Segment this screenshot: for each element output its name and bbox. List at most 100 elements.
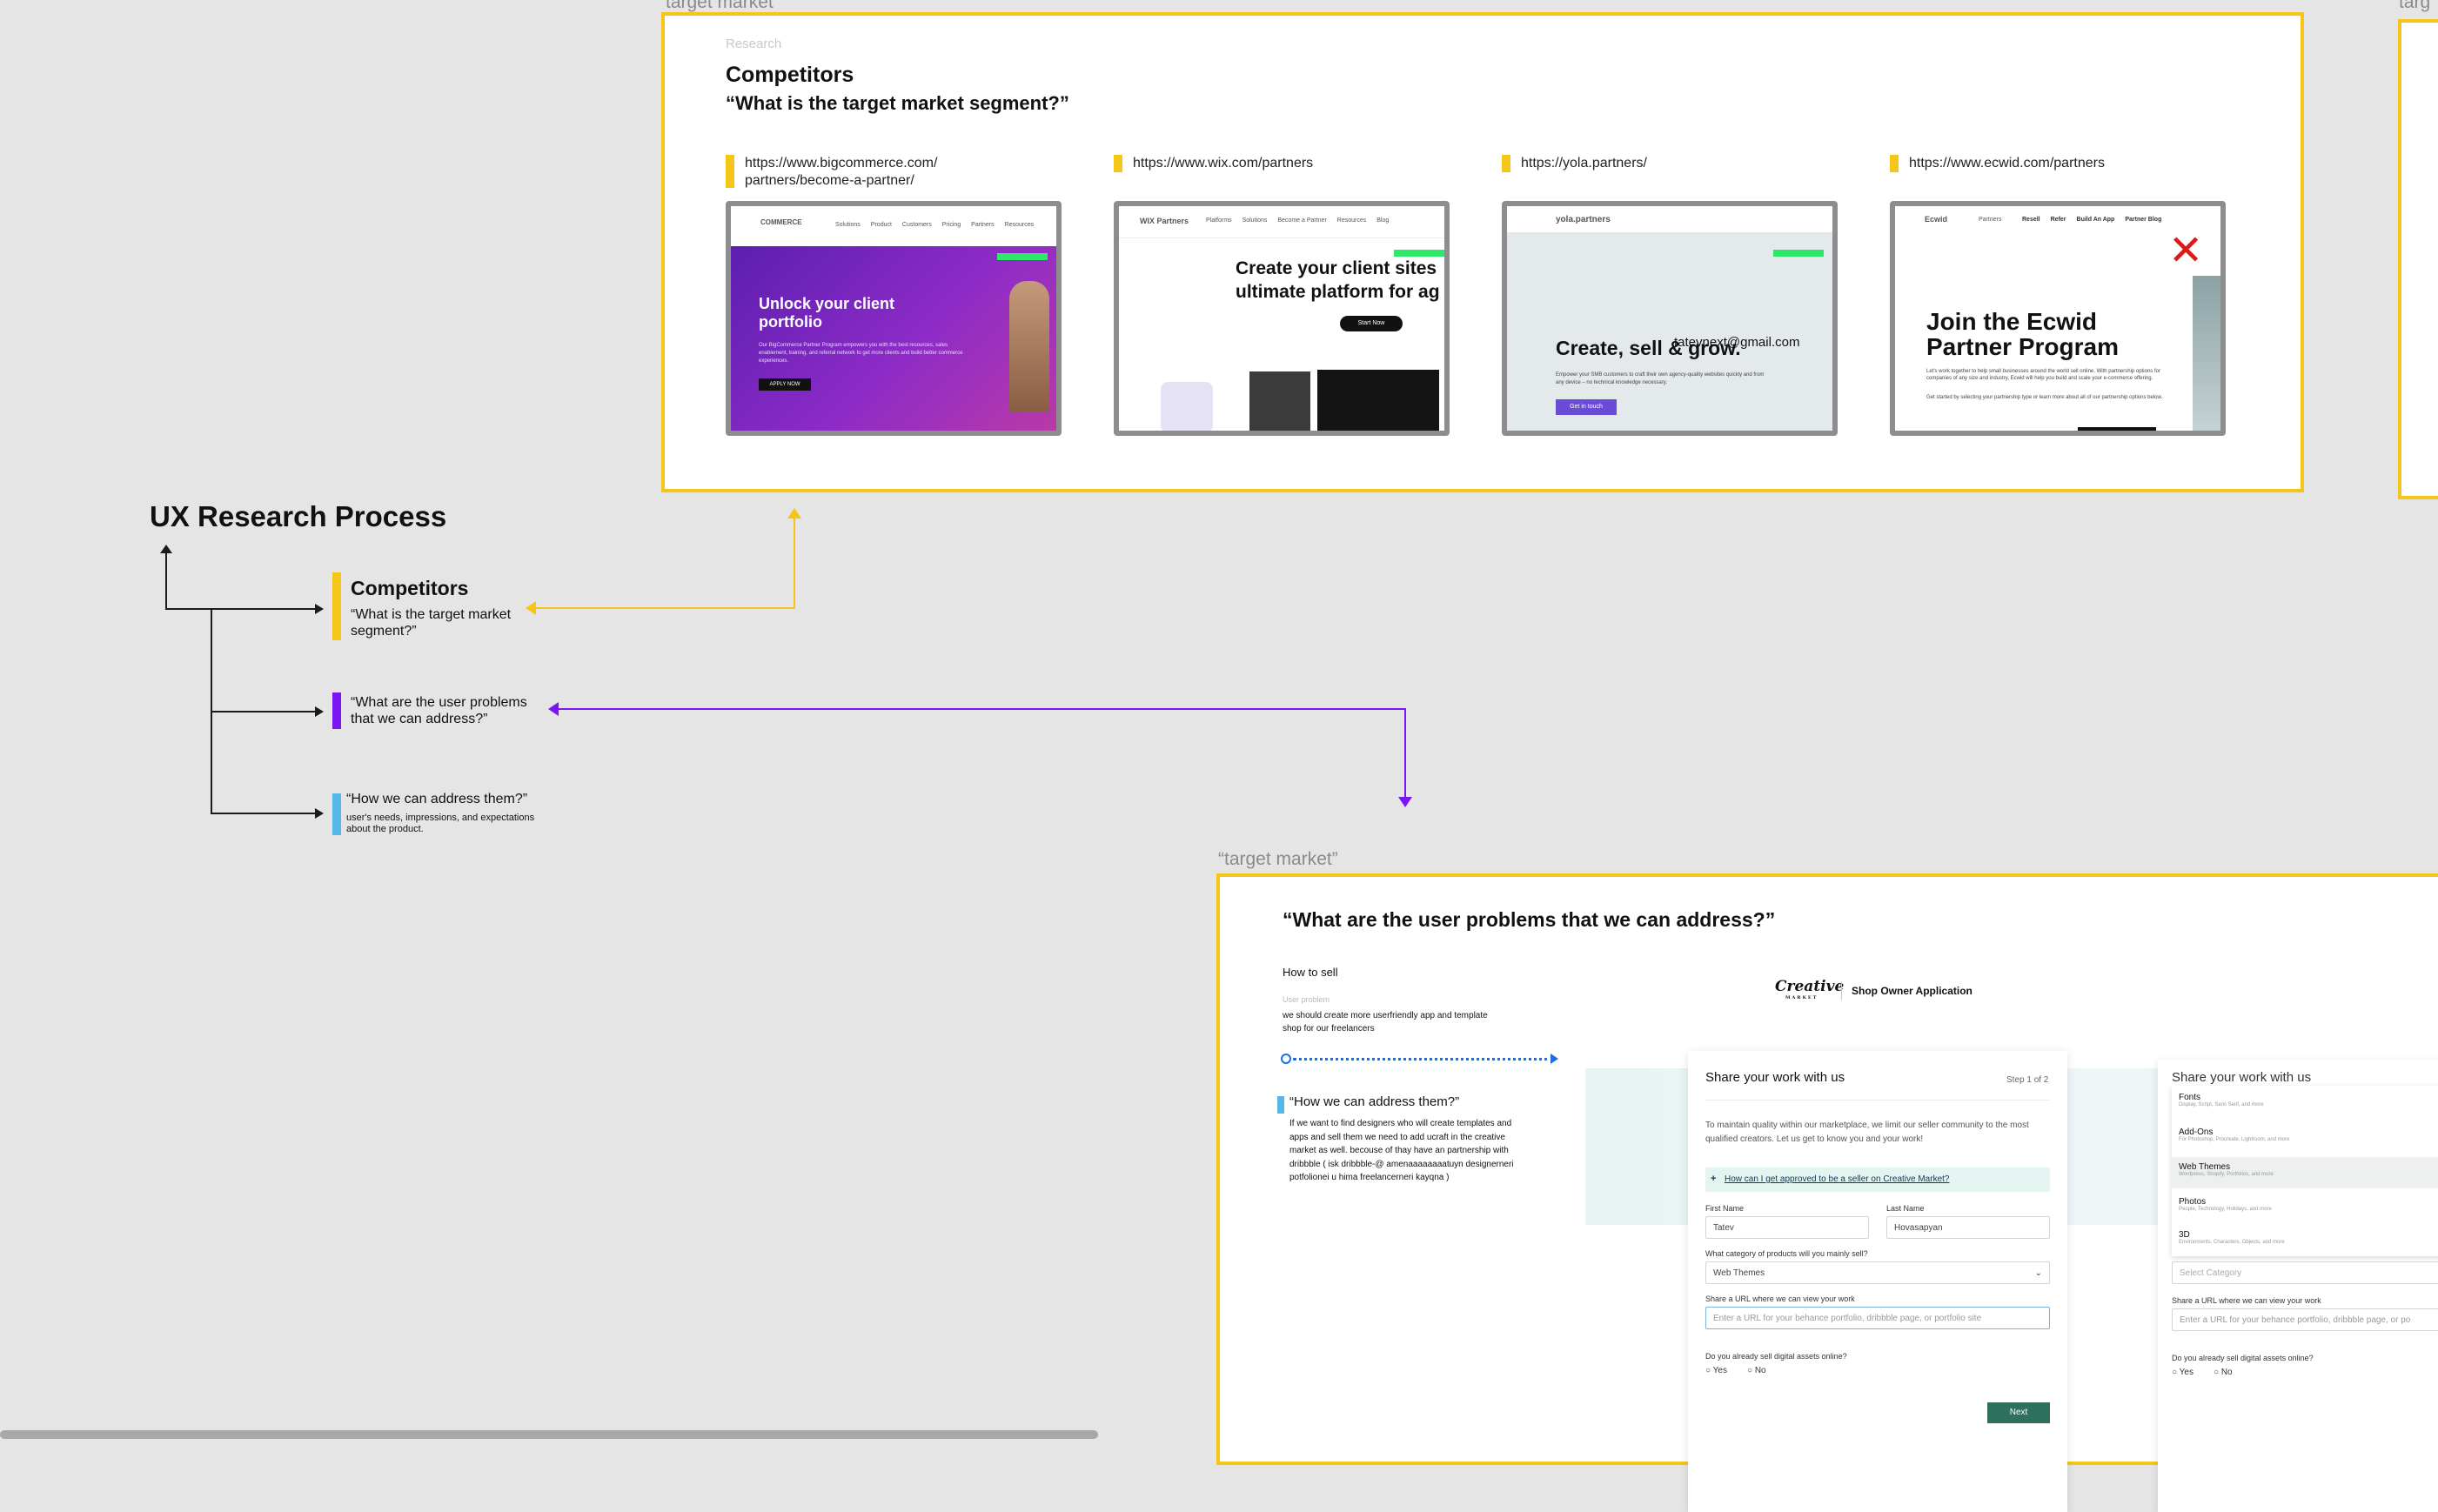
dropdown-option-selected[interactable]: Web Themes Wordpress, Shopify, Portfolios… [2172, 1157, 2438, 1188]
green-highlight [1773, 250, 1824, 257]
tree-line [165, 548, 167, 609]
process-item-subtext: user's needs, impressions, and expectati… [346, 813, 535, 834]
purple-connector [553, 708, 1406, 710]
url-input[interactable]: Enter a URL for your behance portfolio, … [2172, 1308, 2438, 1331]
process-marker [332, 692, 341, 729]
radio-yes[interactable]: ○ Yes [1705, 1366, 1727, 1375]
radio-no[interactable]: ○ No [2214, 1368, 2233, 1377]
application-card-dropdown[interactable]: Share your work with us Fonts Display, Sc… [2158, 1060, 2438, 1512]
radio-icon: ○ [2214, 1368, 2220, 1377]
bigcommerce-screenshot[interactable]: COMMERCE Solutions Product Customers Pricin… [726, 201, 1062, 436]
close-x-icon: ✕ [2168, 228, 2204, 274]
radio-yes[interactable]: ○ Yes [2172, 1368, 2194, 1377]
competitor-url[interactable]: https://yola.partners/ [1521, 155, 1647, 172]
url-input[interactable]: Enter a URL for your behance portfolio, … [1705, 1307, 2050, 1329]
apply-button: APPLY NOW [759, 378, 811, 391]
application-card[interactable]: Share your work with us Step 1 of 2 To m… [1688, 1051, 2067, 1512]
tree-line [165, 608, 318, 610]
card-title: Share your work with us [2172, 1070, 2312, 1085]
product-image [1249, 371, 1310, 431]
arrow-down-icon [1398, 797, 1412, 807]
wix-screenshot[interactable]: WIX Partners Platforms Solutions Become a … [1114, 201, 1450, 436]
user-problems-frame[interactable]: “What are the user problems that we can … [1216, 873, 2438, 1512]
category-dropdown-menu[interactable]: Fonts Display, Script, Sans Serif, and mo… [2172, 1086, 2438, 1256]
section-label: Research [726, 37, 782, 51]
first-name-field[interactable]: Tatev [1705, 1216, 1869, 1239]
card-title: Share your work with us [1705, 1070, 1845, 1085]
process-marker [332, 793, 341, 835]
how-marker [1277, 1096, 1284, 1114]
nav-item: Build An App [2076, 217, 2115, 223]
ecwid-screenshot[interactable]: Ecwid Partners Resell Refer Build An App Pa… [1890, 201, 2226, 436]
dropdown-option[interactable]: Photos People, Technology, Holidays, and … [2179, 1197, 2272, 1212]
nav-item: Solutions [835, 222, 861, 228]
first-name-label: First Name [1705, 1204, 1745, 1213]
nav-item: Platforms [1206, 217, 1232, 224]
last-name-label: Last Name [1886, 1204, 1925, 1213]
nav-item: Pricing [941, 222, 961, 228]
next-button[interactable]: Next [1987, 1402, 2050, 1423]
dropdown-option[interactable]: Add-Ons For Photoshop, Procreate, Lightro… [2179, 1127, 2289, 1142]
plus-icon: + [1711, 1174, 1717, 1184]
nav-item: Refer [2050, 217, 2066, 223]
get-in-touch-button: Get in touch [1556, 399, 1617, 415]
url-marker [726, 155, 734, 188]
site-nav: COMMERCE Solutions Product Customers Pricin… [731, 206, 1056, 246]
app-header-title: Shop Owner Application [1852, 985, 1973, 997]
url-marker [1890, 155, 1899, 172]
competitors-frame[interactable]: Research Competitors “What is the target… [661, 12, 2304, 492]
nav-item: Partners [971, 222, 995, 228]
how-text: If we want to find designers who will cr… [1289, 1119, 1514, 1182]
frame-label-partial: “targ [2393, 0, 2431, 12]
process-item-text[interactable]: “How we can address them?” [346, 792, 527, 807]
nav-item: Become a Partner [1277, 217, 1327, 224]
last-name-field[interactable]: Hovasapyan [1886, 1216, 2050, 1239]
partial-frame[interactable] [2398, 19, 2438, 499]
tree-line [211, 813, 318, 814]
dotted-connector [1293, 1058, 1554, 1060]
yola-screenshot[interactable]: yola.partners Create, sell & grow. tatev… [1502, 201, 1838, 436]
site-logo: WIX Partners [1140, 217, 1189, 225]
radio-icon: ○ [2172, 1368, 2178, 1377]
competitor-url[interactable]: https://www.ecwid.com/partners [1909, 155, 2105, 172]
hero-headline: Unlock your client portfolio [759, 295, 895, 331]
competitor-url[interactable]: https://www.wix.com/partners [1133, 155, 1313, 172]
person-photo [1009, 281, 1049, 411]
competitor-url[interactable]: https://www.bigcommerce.com/partners/bec… [745, 155, 937, 190]
hero-body: Our BigCommerce Partner Program empowers… [759, 343, 963, 364]
radio-no[interactable]: ○ No [1747, 1366, 1766, 1375]
category-select[interactable]: Web Themes ⌄ [1705, 1261, 2050, 1284]
hero-body: Let's work together to help small busine… [1926, 369, 2160, 381]
green-highlight [997, 253, 1048, 260]
frame-label-target-market: target market [666, 0, 774, 12]
nav-item: Partner Blog [2125, 217, 2162, 223]
category-select[interactable]: Select Category [2172, 1261, 2438, 1284]
tree-line [211, 711, 318, 713]
nav-item: Product [870, 222, 892, 228]
arrow-left-icon [548, 702, 559, 716]
user-problem-label: User problem [1283, 995, 1330, 1004]
process-item-text: “What is the target market segment?” [351, 607, 512, 639]
dropdown-option[interactable]: Fonts Display, Script, Sans Serif, and mo… [2179, 1093, 2264, 1107]
site-logo: Ecwid [1925, 215, 1948, 224]
product-image [1161, 382, 1213, 431]
hero-body: Empower your SMB customers to craft thei… [1556, 372, 1765, 385]
product-image [1317, 370, 1439, 431]
frame-title: Competitors [726, 63, 854, 87]
url-marker [1114, 155, 1122, 172]
faq-link[interactable]: How can I get approved to be a seller on… [1705, 1167, 2050, 1192]
process-item-title[interactable]: Competitors [351, 577, 468, 600]
process-item-text[interactable]: “What are the user problems that we can … [351, 694, 542, 727]
user-problem-text: we should create more userfriendly app a… [1283, 1011, 1488, 1034]
dotted-connector [1281, 1054, 1291, 1064]
email-overlay: tatevnext@gmail.com [1674, 335, 1800, 350]
arrow-right-icon [315, 604, 324, 614]
start-now-button: Start Now [1340, 316, 1403, 331]
nav-item: Solutions [1242, 217, 1268, 224]
horizontal-scrollbar[interactable] [0, 1430, 1098, 1439]
dropdown-option[interactable]: 3D Environments, Characters, Objects, and… [2179, 1230, 2285, 1245]
nav-item: Resources [1004, 222, 1035, 228]
arrow-right-icon [315, 808, 324, 819]
site-logo: yola.partners [1556, 215, 1611, 224]
digital-label: Do you already sell digital assets onlin… [1705, 1352, 1847, 1361]
